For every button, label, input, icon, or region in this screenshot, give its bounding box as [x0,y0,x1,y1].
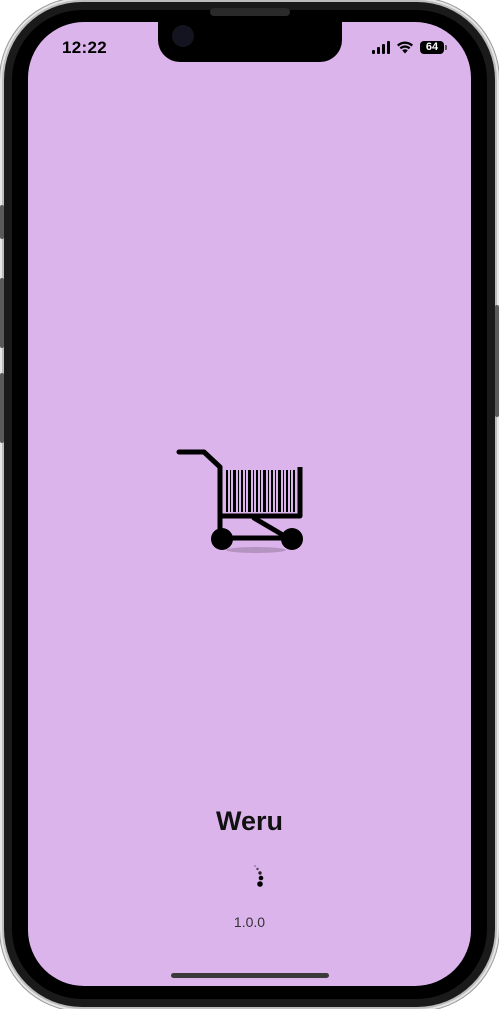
app-title: Weru [215,806,283,836]
volume-up-button [0,278,4,348]
power-button [495,305,499,417]
earpiece-speaker [210,8,290,16]
front-camera [172,25,194,47]
volume-down-button [0,373,4,443]
battery-icon: 64 [420,40,447,54]
status-time: 12:22 [62,38,107,57]
silent-switch [0,205,4,239]
home-indicator [171,973,329,978]
wifi-icon [397,41,413,54]
status-icons: 64 [372,40,447,54]
app-version: 1.0.0 [233,914,266,930]
shopping-cart-barcode-icon [176,449,303,553]
loading-spinner-icon [254,865,264,887]
cellular-signal-icon [372,40,390,54]
battery-level: 64 [425,41,439,53]
